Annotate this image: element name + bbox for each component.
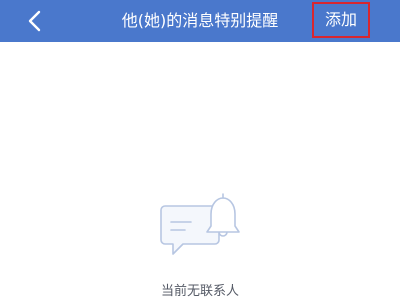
top-navigation-bar: 他(她)的消息特别提醒 添加: [0, 0, 400, 42]
back-button[interactable]: [22, 8, 48, 34]
chat-bubble-bell-icon: [160, 193, 240, 255]
chevron-left-icon: [28, 10, 41, 32]
add-button[interactable]: 添加: [312, 2, 370, 38]
page-title: 他(她)的消息特别提醒: [121, 11, 279, 30]
empty-state-message: 当前无联系人: [160, 284, 239, 299]
empty-state-illustration: [157, 192, 243, 264]
